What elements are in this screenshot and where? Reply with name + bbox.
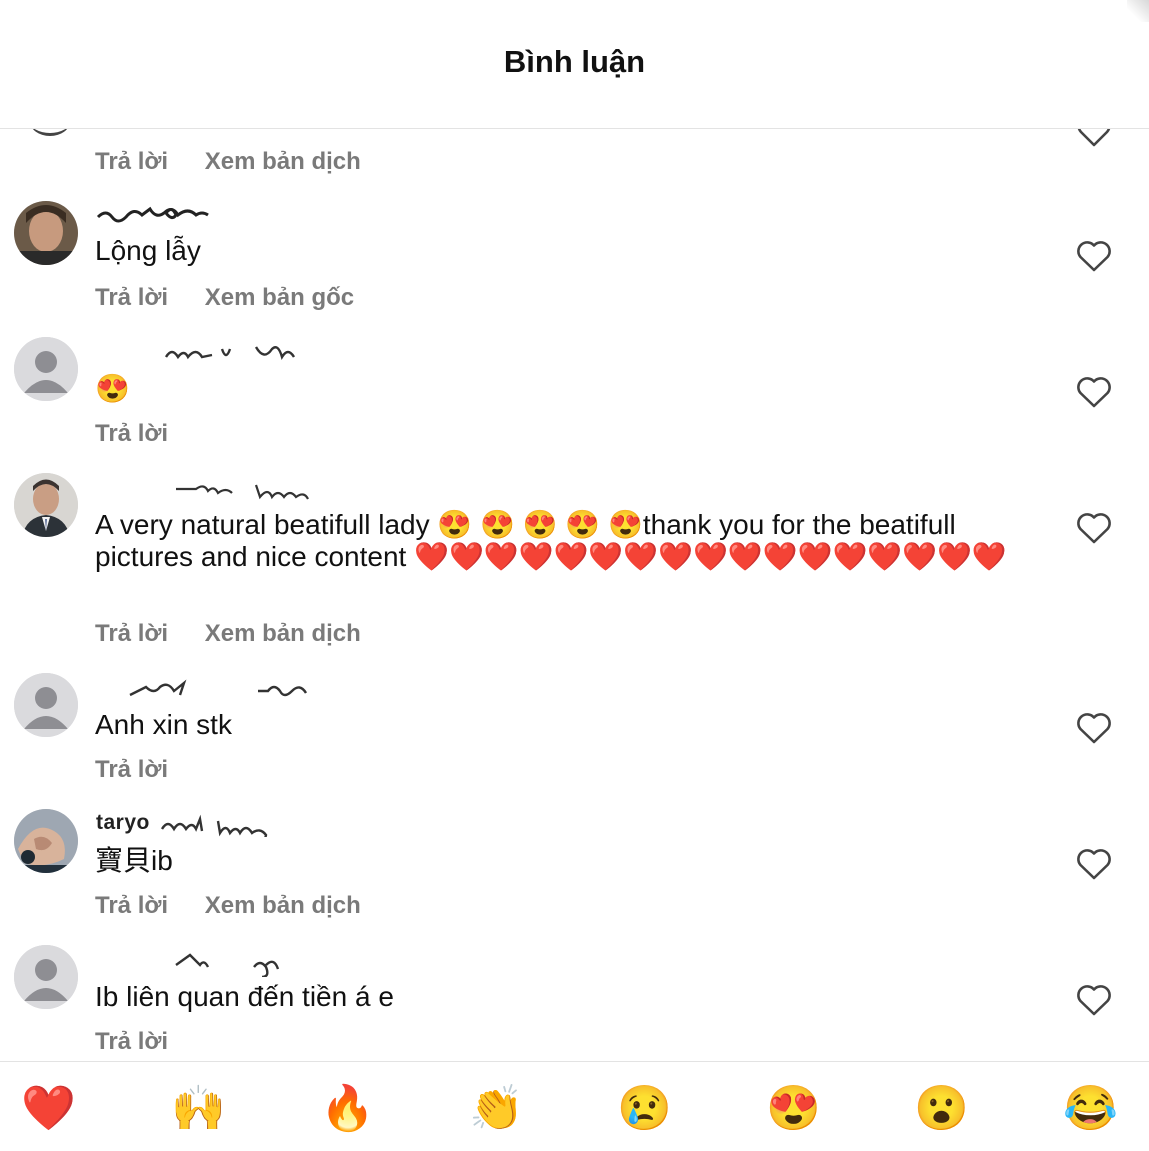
comment-actions: Trả lời Xem bản gốc xyxy=(95,284,384,312)
like-heart-icon[interactable] xyxy=(1076,239,1112,273)
default-avatar-icon[interactable] xyxy=(14,337,78,401)
username-handwriting xyxy=(164,346,296,360)
red-heart-icon[interactable]: ❤️ xyxy=(21,1082,76,1136)
tears-of-joy-icon[interactable]: 😂 xyxy=(1063,1082,1118,1136)
reply-button[interactable]: Trả lời xyxy=(95,284,168,311)
window-corner xyxy=(1127,0,1149,22)
like-heart-icon[interactable] xyxy=(1076,511,1112,545)
avatar[interactable] xyxy=(14,809,78,873)
comment-actions: Trả lời xyxy=(95,756,198,784)
see-translation-button[interactable]: Xem bản dịch xyxy=(205,148,361,175)
clapping-hands-icon[interactable]: 👏 xyxy=(469,1082,524,1136)
heart-eyes-icon[interactable]: 😍 xyxy=(766,1082,821,1136)
reaction-bar: ❤️ 🙌 🔥 👏 😢 😍 😮 😂 xyxy=(0,1061,1149,1151)
comment-actions: Trả lời xyxy=(95,420,198,448)
comment-actions: Trả lời Xem bản dịch xyxy=(95,148,391,176)
like-heart-icon[interactable] xyxy=(1076,983,1112,1017)
reply-button[interactable]: Trả lời xyxy=(95,420,168,447)
like-heart-icon[interactable] xyxy=(1076,375,1112,409)
username-handwriting xyxy=(176,484,309,500)
like-heart-icon[interactable] xyxy=(1076,711,1112,745)
comment-text: Lộng lẫy xyxy=(95,235,201,266)
see-original-button[interactable]: Xem bản gốc xyxy=(205,284,354,311)
username-handwriting xyxy=(160,814,268,837)
crying-face-icon[interactable]: 😢 xyxy=(617,1082,672,1136)
reply-button[interactable]: Trả lời xyxy=(95,620,168,647)
default-avatar-icon[interactable] xyxy=(14,945,78,1009)
avatar[interactable] xyxy=(14,473,78,537)
comments-header: Bình luận xyxy=(0,0,1149,129)
comment-text: Anh xin stk xyxy=(95,709,232,740)
surprised-face-icon[interactable]: 😮 xyxy=(914,1082,969,1136)
comment-actions: Trả lời xyxy=(95,1028,198,1056)
username-handwriting xyxy=(175,953,280,977)
comment-text: Ib liên quan đến tiền á e xyxy=(95,981,394,1012)
reply-button[interactable]: Trả lời xyxy=(95,148,168,175)
like-heart-icon[interactable] xyxy=(1076,129,1112,147)
comment-actions: Trả lời Xem bản dịch xyxy=(95,620,391,648)
comment-text: 😍 xyxy=(95,373,130,404)
raising-hands-icon[interactable]: 🙌 xyxy=(171,1082,226,1136)
see-translation-button[interactable]: Xem bản dịch xyxy=(205,620,361,647)
reply-button[interactable]: Trả lời xyxy=(95,892,168,919)
username[interactable]: taryo xyxy=(96,811,150,835)
comment-list[interactable]: Trả lời Xem bản dịch Lộng lẫy Trả lời Xe… xyxy=(0,129,1149,1061)
comment-text: 寶貝ib xyxy=(95,845,173,876)
username-handwriting xyxy=(129,679,308,697)
reply-button[interactable]: Trả lời xyxy=(95,1028,168,1055)
fire-icon[interactable]: 🔥 xyxy=(320,1082,375,1136)
see-translation-button[interactable]: Xem bản dịch xyxy=(205,892,361,919)
avatar[interactable] xyxy=(14,201,78,265)
username-handwriting xyxy=(96,206,209,223)
like-heart-icon[interactable] xyxy=(1076,847,1112,881)
comment-text: A very natural beatifull lady 😍 😍 😍 😍 😍t… xyxy=(95,509,1007,572)
default-avatar-icon[interactable] xyxy=(14,673,78,737)
page-title: Bình luận xyxy=(503,44,646,79)
reply-button[interactable]: Trả lời xyxy=(95,756,168,783)
comment-actions: Trả lời Xem bản dịch xyxy=(95,892,391,920)
avatar[interactable] xyxy=(30,129,70,136)
